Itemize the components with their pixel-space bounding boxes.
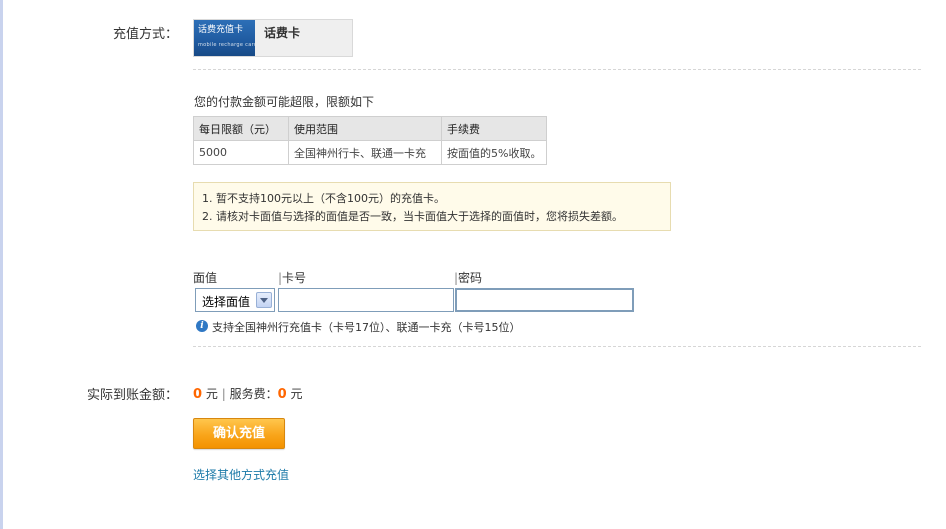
service-fee-unit: 元	[290, 387, 303, 401]
left-border-rail	[0, 0, 3, 529]
service-fee-label: 服务费：	[229, 387, 278, 401]
cell-daily-limit: 5000	[193, 140, 289, 165]
notice-item: 2. 请核对卡面值与选择的面值是否一致，当卡面值大于选择的面值时，您将损失差额。	[202, 210, 623, 223]
card-format-hint: 支持全国神州行充值卡（卡号17位）、联通一卡充（卡号15位）	[212, 321, 521, 334]
chevron-down-icon[interactable]	[256, 292, 272, 308]
header-usage-scope: 使用范围	[288, 116, 442, 141]
amount-summary: 0 元 | 服务费：0 元	[193, 385, 303, 402]
limits-header-row: 每日限额（元） 使用范围 手续费	[193, 116, 548, 141]
password-input[interactable]	[455, 288, 634, 312]
divider	[193, 69, 921, 70]
limit-title: 您的付款金额可能超限，限额如下	[194, 95, 375, 109]
denomination-selected-value: 选择面值	[202, 295, 251, 309]
received-amount: 0	[193, 387, 203, 402]
info-icon: i	[196, 320, 208, 332]
denomination-label: 面值	[193, 271, 218, 285]
actual-amount-label: 实际到账金额：	[86, 388, 178, 403]
card-thumb-subtitle: mobile recharge card	[198, 42, 255, 48]
card-number-input[interactable]	[278, 288, 454, 312]
choose-other-method-link[interactable]: 选择其他方式充值	[193, 466, 289, 483]
notice-item: 1. 暂不支持100元以上（不含100元）的充值卡。	[202, 192, 445, 205]
card-number-label: 卡号	[282, 271, 307, 285]
recharge-method-name: 话费卡	[264, 26, 301, 40]
limits-table: 每日限额（元） 使用范围 手续费 5000 全国神州行卡、联通一卡充 按面值的5…	[193, 116, 548, 165]
received-unit: 元	[205, 387, 218, 401]
header-fee: 手续费	[440, 116, 548, 141]
phone-card-thumbnail: 话费充值卡 mobile recharge card	[194, 20, 255, 56]
denomination-select[interactable]: 选择面值	[195, 288, 275, 312]
password-label: 密码	[458, 271, 483, 285]
header-daily-limit: 每日限额（元）	[193, 116, 289, 141]
recharge-method-label: 充值方式：	[112, 27, 178, 42]
confirm-recharge-button[interactable]: 确认充值	[193, 418, 285, 449]
table-row: 5000 全国神州行卡、联通一卡充 按面值的5%收取。	[193, 140, 548, 165]
notice-box: 1. 暂不支持100元以上（不含100元）的充值卡。 2. 请核对卡面值与选择的…	[193, 182, 671, 231]
service-fee-amount: 0	[277, 387, 287, 402]
recharge-method-phone-card[interactable]: 话费充值卡 mobile recharge card 话费卡	[193, 19, 353, 57]
cell-fee: 按面值的5%收取。	[440, 140, 548, 165]
card-thumb-title: 话费充值卡	[198, 25, 244, 35]
divider	[193, 346, 921, 347]
amount-divider: |	[221, 387, 226, 401]
cell-usage-scope: 全国神州行卡、联通一卡充	[288, 140, 442, 165]
